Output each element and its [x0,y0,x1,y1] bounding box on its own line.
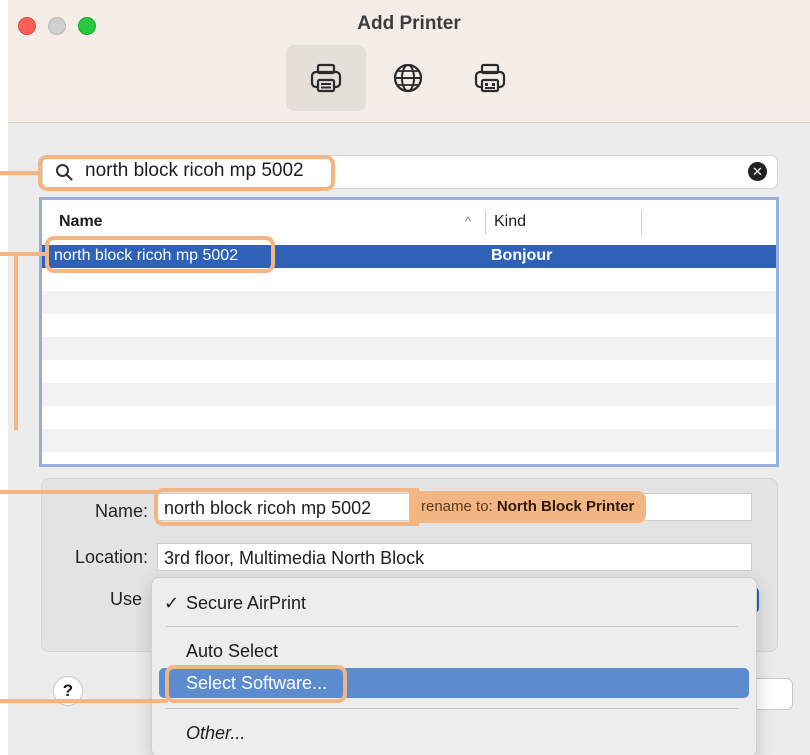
table-row-empty [42,383,776,406]
ip-printer-button[interactable] [368,45,448,111]
printer-name-cell: north block ricoh mp 5002 [54,247,239,264]
printer-name-value: north block ricoh mp 5002 [164,498,372,518]
table-row-empty [42,314,776,337]
table-row-empty [42,337,776,360]
table-row[interactable]: north block ricoh mp 5002 Bonjour [42,245,776,268]
menu-item-label: Auto Select [186,641,279,661]
printer-location-field[interactable]: 3rd floor, Multimedia North Block [157,543,752,571]
column-divider[interactable] [485,210,486,235]
table-row-empty [42,291,776,314]
rename-annotation-prefix: rename to: [421,498,497,515]
add-printer-window: Add Printer north block ricoh mp 5002 ✕ … [8,0,810,755]
printer-location-value: 3rd floor, Multimedia North Block [164,548,425,568]
printer-list-table[interactable]: Name ^ Kind north block ricoh mp 5002 Bo… [39,197,779,467]
menu-item-secure-airprint[interactable]: ✓ Secure AirPrint [152,588,756,618]
rename-annotation-target: North Block Printer [496,498,635,515]
printer-icon [310,63,342,93]
column-header-kind[interactable]: Kind [494,213,526,231]
menu-item-label: Secure AirPrint [186,593,307,613]
network-printer-icon [474,63,506,93]
search-icon [56,164,73,181]
table-header: Name ^ Kind [42,200,776,245]
table-row-empty [42,429,776,452]
menu-item-auto-select[interactable]: Auto Select [152,636,756,666]
menu-separator [166,708,738,709]
menu-separator [166,626,738,627]
use-label: Use [109,589,142,609]
rename-annotation: rename to: North Block Printer [409,491,647,523]
printer-kind-cell: Bonjour [491,247,553,264]
sort-ascending-icon[interactable]: ^ [465,214,471,229]
column-header-name[interactable]: Name [59,213,103,231]
help-button[interactable]: ? [53,676,83,706]
globe-icon [393,63,423,93]
table-row-empty [42,268,776,291]
checkmark-icon: ✓ [164,593,180,613]
menu-item-label: Select Software... [186,673,328,693]
menu-item-other[interactable]: Other... [152,718,756,748]
window-title: Add Printer [357,13,461,34]
printer-search-field[interactable]: north block ricoh mp 5002 ✕ [42,155,778,189]
table-row-empty [42,406,776,429]
title-bar: Add Printer [8,0,810,123]
clear-search-icon[interactable]: ✕ [748,162,767,181]
menu-item-label: Other... [186,723,246,743]
name-label: Name: [94,501,148,521]
windows-printer-button[interactable] [450,45,530,111]
menu-item-select-software[interactable]: Select Software... [159,668,749,698]
driver-popup-menu: ✓ Secure AirPrint Auto Select Select Sof… [151,577,757,755]
default-printers-button[interactable] [286,45,366,111]
search-input-value[interactable]: north block ricoh mp 5002 [85,160,304,182]
table-row-empty [42,360,776,383]
column-divider[interactable] [641,210,642,235]
location-label: Location: [74,547,148,567]
